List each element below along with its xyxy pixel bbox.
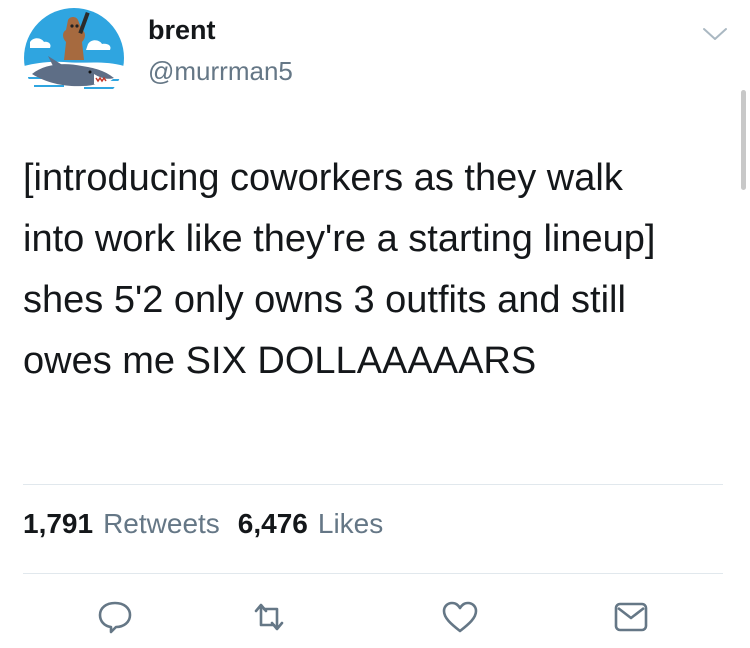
tweet-stats: 1,791 Retweets 6,476 Likes bbox=[23, 508, 383, 540]
author-handle[interactable]: @murrman5 bbox=[148, 56, 293, 87]
divider bbox=[23, 484, 723, 485]
scrollbar[interactable] bbox=[741, 90, 746, 190]
like-icon[interactable] bbox=[437, 594, 483, 640]
message-icon[interactable] bbox=[608, 594, 654, 640]
tweet-text: [introducing coworkers as they walk into… bbox=[23, 157, 656, 382]
likes-label: Likes bbox=[317, 508, 384, 539]
avatar[interactable] bbox=[24, 8, 124, 108]
likes-count: 6,476 bbox=[237, 508, 308, 539]
chevron-down-icon[interactable] bbox=[700, 22, 730, 46]
divider bbox=[23, 573, 723, 574]
retweets-count: 1,791 bbox=[23, 508, 94, 539]
likes-stat[interactable]: 6,476 Likes bbox=[238, 508, 383, 540]
reply-icon[interactable] bbox=[92, 594, 138, 640]
retweet-icon[interactable] bbox=[246, 594, 292, 640]
retweets-stat[interactable]: 1,791 Retweets bbox=[23, 508, 220, 540]
author-name[interactable]: brent bbox=[148, 15, 216, 46]
retweets-label: Retweets bbox=[103, 508, 220, 539]
